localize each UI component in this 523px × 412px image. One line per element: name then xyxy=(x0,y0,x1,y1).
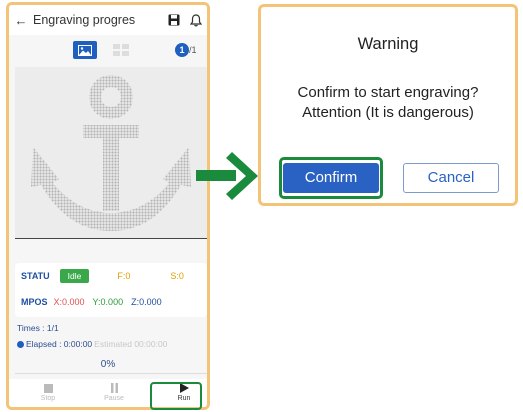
estimated-text: Estimated 00:00:00 xyxy=(94,339,168,349)
anchor-image xyxy=(31,75,191,231)
mpos-row: MPOS X:0.000 Y:0.000 Z:0.000 xyxy=(21,297,162,307)
page-total: /1 xyxy=(189,45,197,55)
status-card: STATU Idle F:0 S:0 MPOS X:0.000 Y:0.000 … xyxy=(15,263,207,317)
mpos-z: Z:0.000 xyxy=(131,297,162,307)
canvas-baseline xyxy=(15,238,207,239)
progress-bar xyxy=(15,373,207,374)
mpos-label: MPOS xyxy=(21,297,48,307)
status-badge: Idle xyxy=(59,269,90,283)
pause-label: Pause xyxy=(104,395,124,402)
warning-dialog: Warning Confirm to start engraving? Atte… xyxy=(258,4,518,206)
engraving-progress-screen: ← Engraving progres 1 /1 STATU Idle F:0 … xyxy=(6,2,210,410)
feed-value: F:0 xyxy=(117,271,131,281)
bell-icon[interactable] xyxy=(185,13,207,27)
dialog-message: Confirm to start engraving? Attention (I… xyxy=(297,84,479,121)
stop-button[interactable]: Stop xyxy=(23,381,73,402)
image-icon xyxy=(78,44,92,56)
grid-view-button[interactable] xyxy=(111,41,131,59)
elapsed-row: Elapsed : 0:00:00 Estimated 00:00:00 xyxy=(17,339,167,349)
cancel-button[interactable]: Cancel xyxy=(403,163,499,193)
view-toggle xyxy=(73,41,141,59)
arrow-right-icon xyxy=(196,152,258,200)
grid-icon xyxy=(113,44,129,56)
stop-icon xyxy=(43,381,53,395)
confirm-button[interactable]: Confirm xyxy=(283,163,379,193)
page-current: 1 xyxy=(175,43,189,57)
pause-button[interactable]: Pause xyxy=(89,381,139,402)
page-title: Engraving progres xyxy=(33,13,136,27)
stop-label: Stop xyxy=(40,395,56,402)
status-row: STATU Idle F:0 S:0 xyxy=(21,269,184,283)
app-header: ← Engraving progres xyxy=(9,5,207,35)
times-text: Times : 1/1 xyxy=(17,323,59,333)
elapsed-text: Elapsed : 0:00:00 xyxy=(26,339,93,349)
pause-icon xyxy=(110,381,119,395)
statu-label: STATU xyxy=(21,271,50,281)
mpos-y: Y:0.000 xyxy=(92,297,124,307)
engraving-preview-canvas xyxy=(15,67,207,239)
run-highlight xyxy=(150,382,202,410)
image-view-button[interactable] xyxy=(73,41,97,59)
save-icon[interactable] xyxy=(163,14,185,26)
dialog-title: Warning xyxy=(357,35,419,53)
mpos-x: X:0.000 xyxy=(53,297,85,307)
page-indicator: 1 /1 xyxy=(175,43,197,57)
spindle-value: S:0 xyxy=(170,271,184,281)
back-arrow-icon[interactable]: ← xyxy=(9,13,33,28)
progress-percent: 0% xyxy=(100,359,116,370)
elapsed-dot-icon xyxy=(17,340,24,348)
